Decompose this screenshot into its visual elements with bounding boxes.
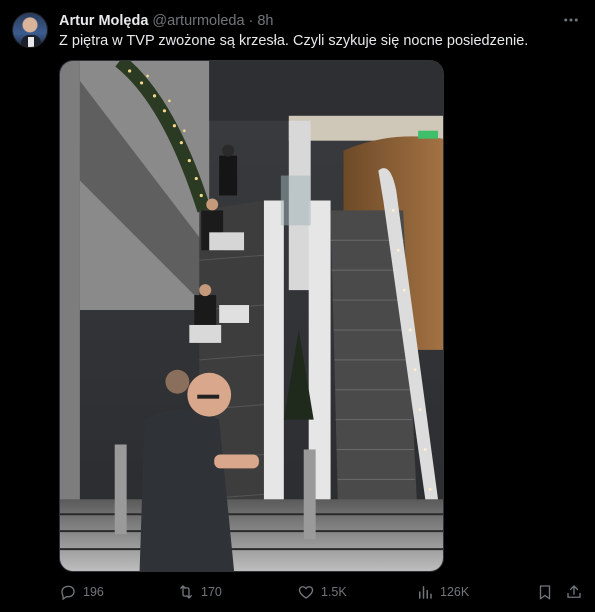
bookmark-icon xyxy=(539,585,551,600)
reply-count: 196 xyxy=(83,585,104,599)
tweet-text: Z piętra w TVP zwożone są krzesła. Czyli… xyxy=(59,33,529,49)
author-handle[interactable]: @arturmoleda xyxy=(152,13,244,29)
share-icon xyxy=(567,585,581,598)
tweet-header: Artur Molęda @arturmoleda · 8h xyxy=(59,11,274,31)
retweet-count: 170 xyxy=(201,585,222,599)
bookmark-button[interactable] xyxy=(536,581,554,603)
escalator-photo xyxy=(60,61,443,571)
tweet[interactable]: Artur Molęda @arturmoleda · 8h Z piętra … xyxy=(0,0,595,612)
more-horizontal-icon[interactable] xyxy=(561,10,581,30)
views-button[interactable]: 126K xyxy=(416,581,469,603)
tweet-photo[interactable] xyxy=(59,60,444,572)
author-name[interactable]: Artur Molęda xyxy=(59,13,148,29)
reply-button[interactable]: 196 xyxy=(59,581,104,603)
views-icon xyxy=(419,586,432,599)
like-button[interactable]: 1.5K xyxy=(297,581,347,603)
retweet-icon xyxy=(180,585,192,599)
views-count: 126K xyxy=(440,585,470,599)
action-bar: 196 170 1.5K 126K xyxy=(59,581,585,603)
heart-icon xyxy=(298,586,314,599)
avatar-shirt xyxy=(28,37,34,47)
timestamp[interactable]: 8h xyxy=(257,13,273,29)
avatar[interactable] xyxy=(12,12,48,48)
separator-dot: · xyxy=(248,13,254,29)
retweet-button[interactable]: 170 xyxy=(177,581,222,603)
share-button[interactable] xyxy=(565,581,583,603)
reply-icon xyxy=(61,585,75,601)
like-count: 1.5K xyxy=(321,585,347,599)
